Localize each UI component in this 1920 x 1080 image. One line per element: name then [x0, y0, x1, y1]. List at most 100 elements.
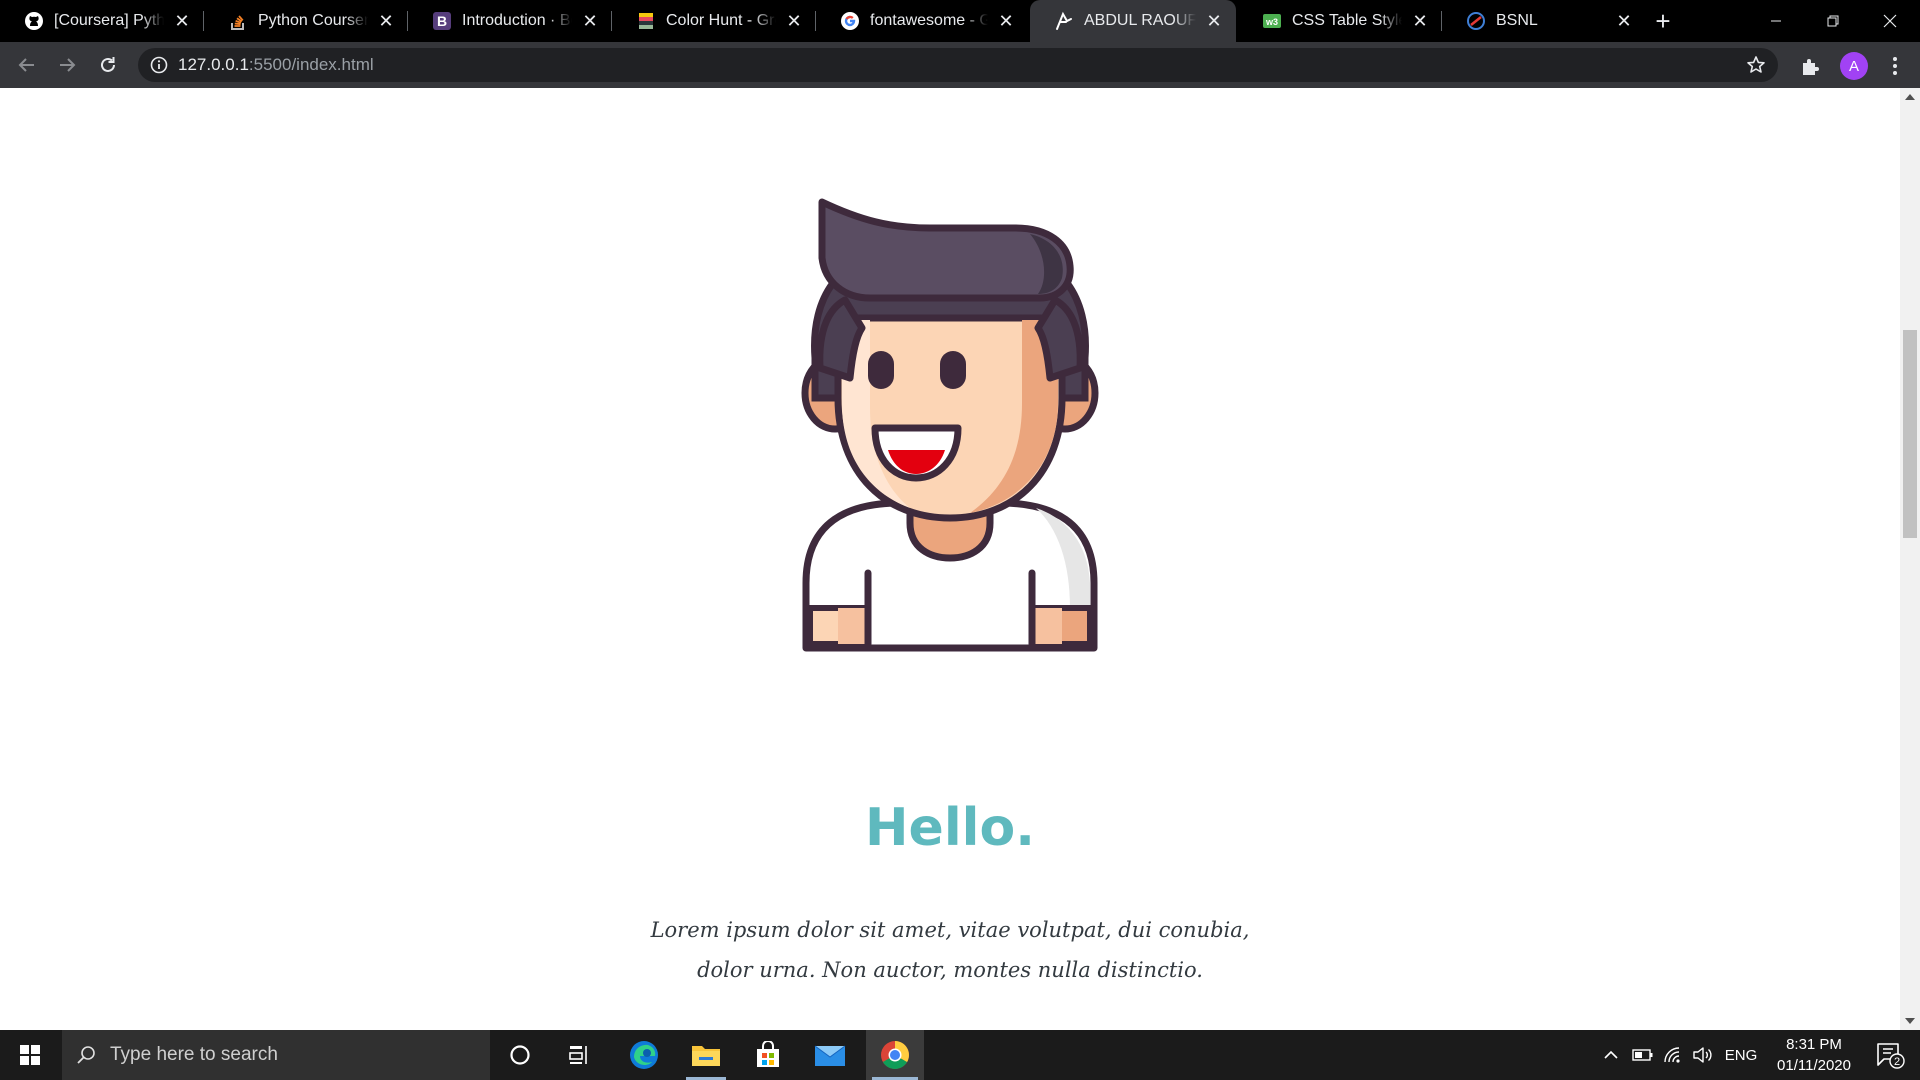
tab-coursera-python[interactable]: [Coursera] Python ✕	[0, 0, 204, 42]
speaker-icon	[1693, 1047, 1712, 1063]
scroll-down-arrow-icon[interactable]	[1905, 1018, 1915, 1024]
taskbar-search-box[interactable]: Type here to search	[62, 1030, 490, 1080]
bsnl-icon	[1466, 11, 1486, 31]
input-language[interactable]: ENG	[1720, 1030, 1762, 1080]
battery-status[interactable]	[1628, 1030, 1658, 1080]
svg-text:w3: w3	[1265, 17, 1278, 27]
extensions-puzzle-icon[interactable]	[1800, 55, 1822, 77]
system-clock[interactable]: 8:31 PM 01/11/2020	[1764, 1034, 1864, 1076]
mail-envelope-icon	[814, 1045, 846, 1066]
chevron-up-icon	[1604, 1050, 1618, 1059]
arrow-left-icon	[18, 58, 34, 72]
new-tab-button[interactable]: +	[1650, 8, 1676, 34]
clock-time: 8:31 PM	[1786, 1036, 1842, 1053]
edge-icon	[630, 1041, 658, 1069]
cortana-circle-icon	[510, 1045, 530, 1065]
intro-paragraph: Lorem ipsum dolor sit amet, vitae volutp…	[0, 910, 1900, 990]
bookmark-star-icon[interactable]	[1746, 55, 1766, 75]
github-icon	[24, 11, 44, 31]
kebab-menu-icon[interactable]	[1884, 54, 1906, 78]
restore-icon	[1827, 15, 1839, 27]
tab-title: CSS Table Style	[1292, 12, 1402, 29]
info-icon[interactable]	[150, 56, 168, 74]
w3-icon: w3	[1262, 11, 1282, 31]
reload-button[interactable]	[94, 51, 122, 79]
store-bag-icon	[757, 1041, 779, 1067]
volume-control[interactable]	[1688, 1030, 1718, 1080]
taskbar-chrome[interactable]	[866, 1030, 924, 1080]
tab-title: Python Coursera A	[258, 12, 368, 29]
page-viewport: Hello. Lorem ipsum dolor sit amet, vitae…	[0, 88, 1920, 1030]
close-tab-icon[interactable]: ✕	[996, 11, 1016, 31]
windows-taskbar: Type here to search ENG 8:31 PM 01/11/20…	[0, 1030, 1920, 1080]
browser-tab-strip: [Coursera] Python ✕ Python Coursera A ✕ …	[0, 0, 1920, 42]
cortana-button[interactable]	[494, 1030, 546, 1080]
tab-bsnl[interactable]: BSNL ✕	[1442, 0, 1646, 42]
close-tab-icon[interactable]: ✕	[1614, 11, 1634, 31]
taskbar-edge[interactable]	[618, 1030, 670, 1080]
close-icon	[1883, 14, 1897, 28]
stackoverflow-icon	[228, 11, 248, 31]
signature-icon	[1054, 11, 1074, 31]
tab-title: fontawesome - Go	[870, 12, 988, 29]
colorhunt-icon	[636, 11, 656, 31]
tab-fontawesome-google[interactable]: fontawesome - Go ✕	[816, 0, 1028, 42]
restore-button[interactable]	[1805, 0, 1861, 42]
close-tab-icon[interactable]: ✕	[1410, 11, 1430, 31]
scroll-up-arrow-icon[interactable]	[1905, 94, 1915, 100]
clock-date: 01/11/2020	[1777, 1057, 1851, 1074]
minimize-icon	[1771, 20, 1781, 22]
google-icon	[840, 11, 860, 31]
close-tab-icon[interactable]: ✕	[580, 11, 600, 31]
chrome-icon	[881, 1041, 909, 1069]
wifi-icon	[1664, 1047, 1680, 1063]
url-text[interactable]: 127.0.0.1:5500/index.html	[178, 56, 374, 74]
tab-python-coursera[interactable]: Python Coursera A ✕	[204, 0, 408, 42]
tab-color-hunt[interactable]: Color Hunt - Grey ✕	[612, 0, 816, 42]
tab-abdul-raouf[interactable]: ABDUL RAOUF ✕	[1030, 0, 1236, 42]
notification-count: 2	[1894, 1056, 1900, 1068]
close-tab-icon[interactable]: ✕	[376, 11, 396, 31]
boy-avatar-illustration	[801, 198, 1099, 652]
search-placeholder: Type here to search	[110, 1044, 278, 1065]
tab-title: [Coursera] Python	[54, 12, 164, 29]
tab-title: BSNL	[1496, 12, 1538, 29]
bootstrap-icon: B	[432, 11, 452, 31]
arrow-right-icon	[60, 58, 76, 72]
close-tab-icon[interactable]: ✕	[784, 11, 804, 31]
network-status[interactable]	[1658, 1030, 1688, 1080]
close-tab-icon[interactable]: ✕	[1204, 11, 1224, 31]
taskbar-file-explorer[interactable]	[680, 1030, 732, 1080]
task-view-icon	[569, 1046, 587, 1064]
notification-icon: 2	[1877, 1043, 1905, 1069]
url-host: 127.0.0.1	[178, 55, 249, 74]
profile-avatar[interactable]: A	[1840, 52, 1868, 80]
svg-text:B: B	[437, 13, 447, 29]
taskbar-store[interactable]	[742, 1030, 794, 1080]
show-hidden-icons-button[interactable]	[1598, 1030, 1624, 1080]
page-scrollbar[interactable]	[1900, 88, 1920, 1030]
task-view-button[interactable]	[554, 1030, 606, 1080]
tab-bootstrap-intro[interactable]: B Introduction · Boot ✕	[408, 0, 612, 42]
start-button[interactable]	[0, 1030, 60, 1080]
intro-paragraph-line: Lorem ipsum dolor sit amet, vitae volutp…	[650, 918, 1250, 942]
scrollbar-thumb[interactable]	[1903, 330, 1917, 538]
battery-icon	[1632, 1049, 1653, 1061]
tab-css-table-style[interactable]: w3 CSS Table Style ✕	[1238, 0, 1442, 42]
search-icon	[77, 1046, 95, 1064]
windows-logo-icon	[20, 1045, 40, 1065]
back-button[interactable]	[13, 51, 41, 79]
close-window-button[interactable]	[1862, 0, 1918, 42]
reload-icon	[101, 57, 115, 72]
address-bar[interactable]: 127.0.0.1:5500/index.html	[138, 48, 1778, 82]
action-center-button[interactable]: 2	[1866, 1030, 1914, 1080]
forward-button[interactable]	[53, 51, 81, 79]
tab-title: Color Hunt - Grey	[666, 12, 776, 29]
folder-icon	[692, 1046, 720, 1066]
taskbar-mail[interactable]	[804, 1030, 856, 1080]
tab-title: Introduction · Boot	[462, 12, 572, 29]
close-tab-icon[interactable]: ✕	[172, 11, 192, 31]
minimize-button[interactable]	[1748, 0, 1804, 42]
profile-initial: A	[1848, 57, 1859, 75]
tab-title: ABDUL RAOUF	[1084, 12, 1196, 29]
